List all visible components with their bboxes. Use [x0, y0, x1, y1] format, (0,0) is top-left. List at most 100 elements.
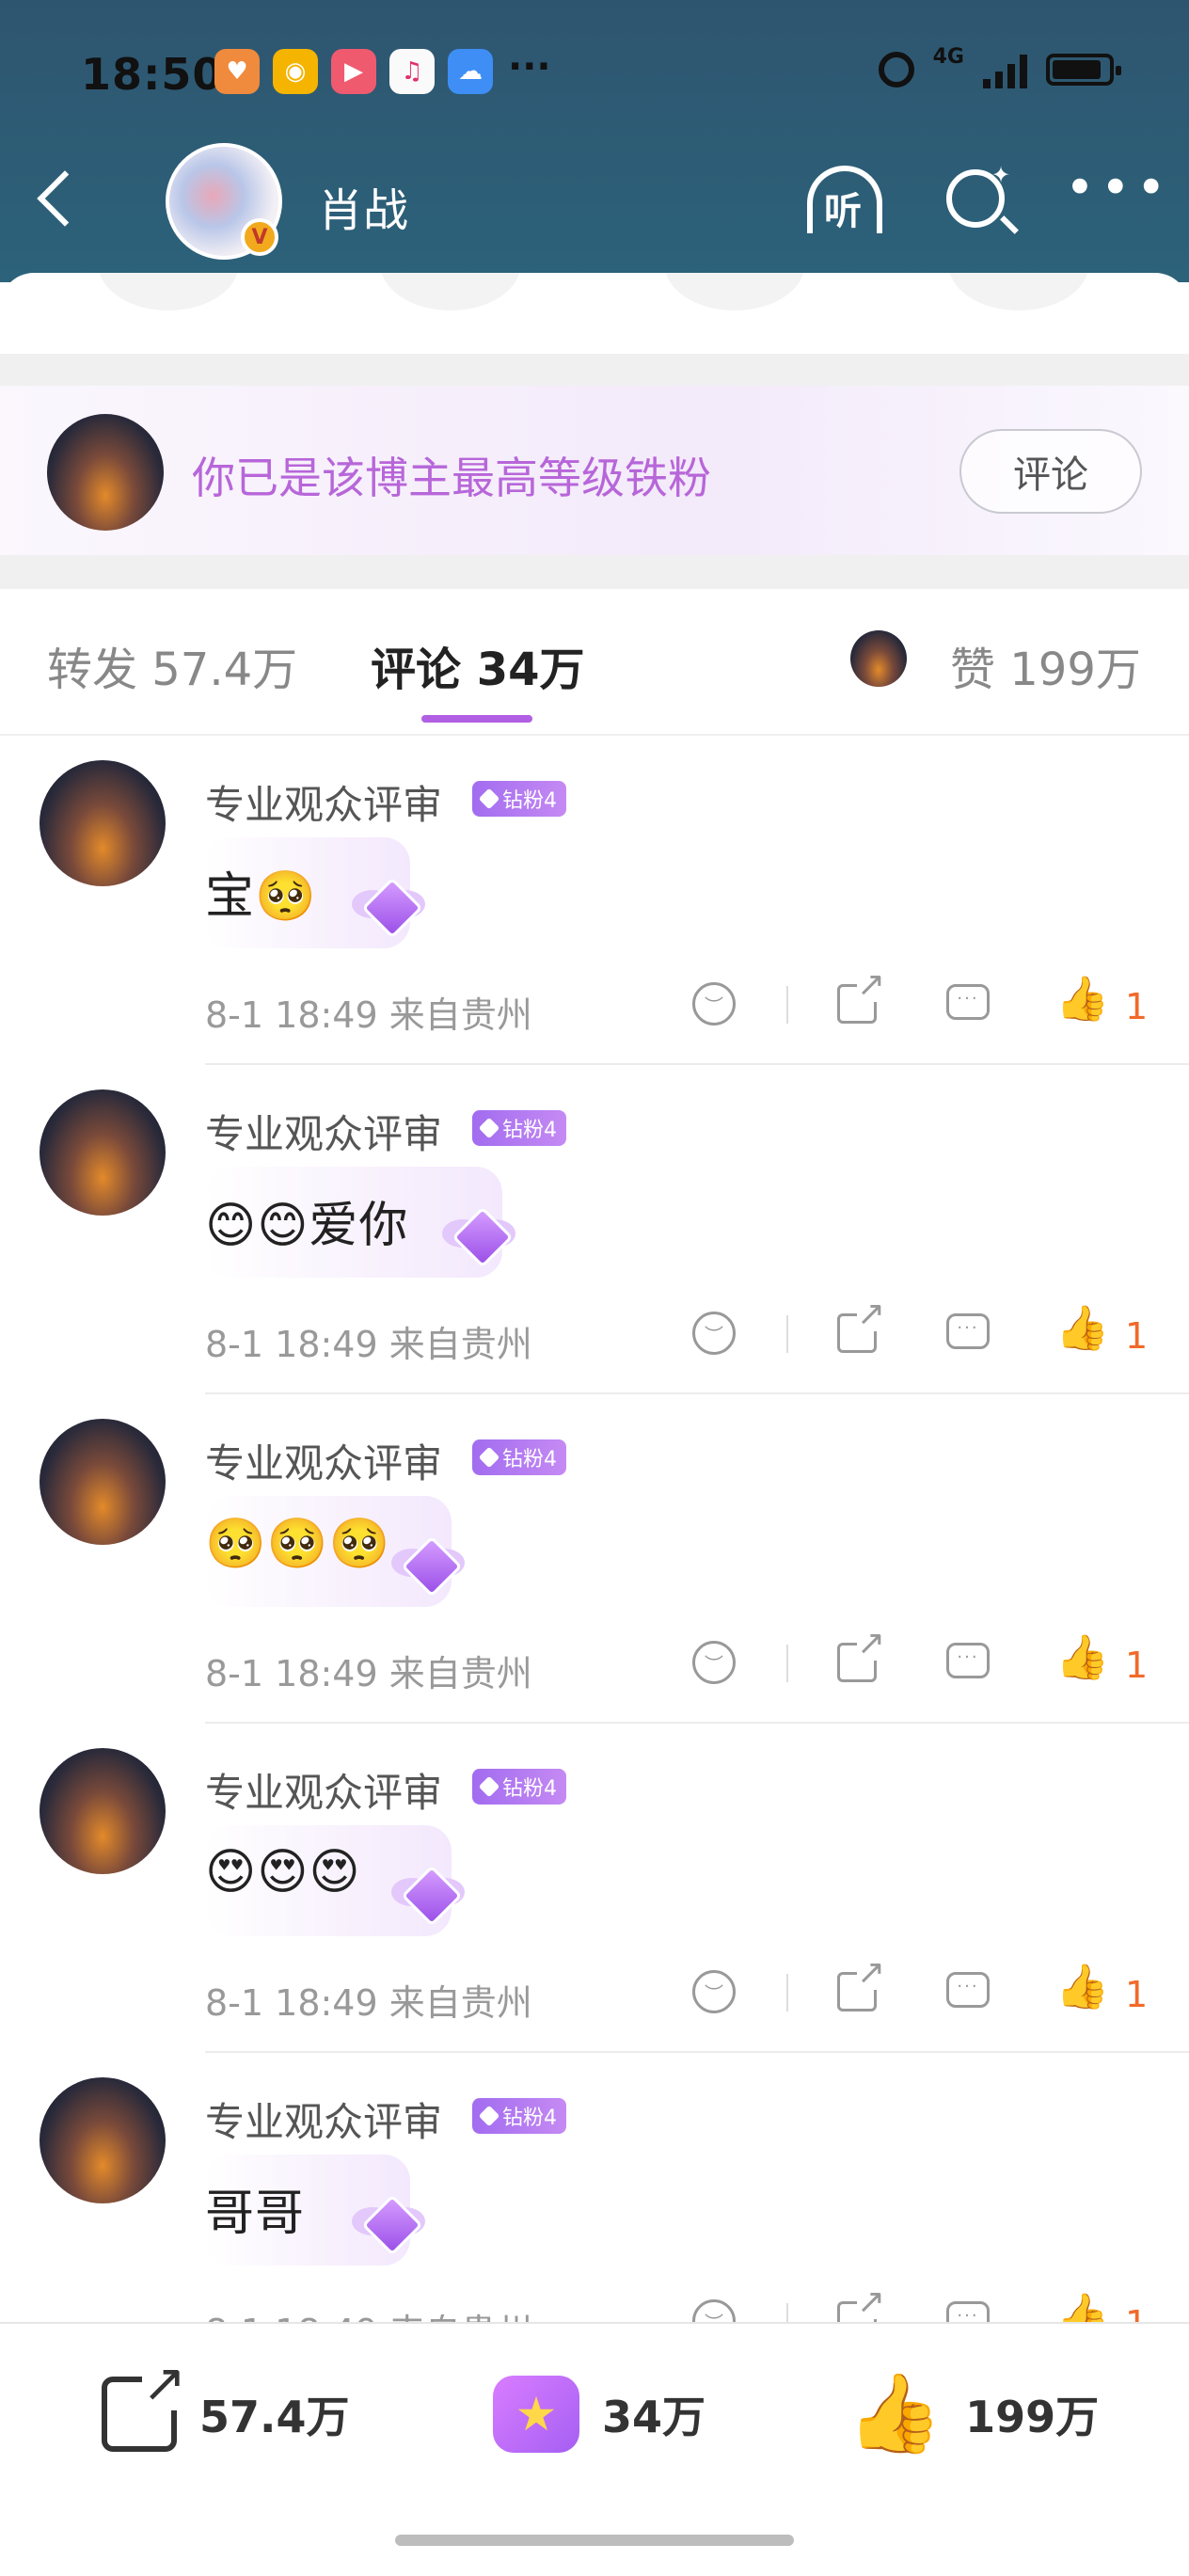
repost-button[interactable]: ↗ 57.4万	[102, 2358, 350, 2457]
heart-app-icon: ♥	[214, 49, 260, 94]
fan-level-badge: 钻粉4	[472, 1769, 566, 1805]
comment-button[interactable]: 评论	[959, 429, 1142, 514]
comment-action-button[interactable]: ★ 34万	[493, 2371, 705, 2457]
section-divider	[0, 354, 1189, 386]
fan-avatar	[47, 414, 164, 531]
tab-comment[interactable]: 评论 34万	[371, 632, 585, 698]
thumbs-up-icon[interactable]: 👍	[1055, 973, 1109, 1025]
commenter-avatar[interactable]	[40, 760, 166, 886]
commenter-name[interactable]: 专业观众评审	[205, 773, 442, 831]
badge-label: 钻粉4	[502, 1448, 557, 1471]
commenter-name[interactable]: 专业观众评审	[205, 1103, 442, 1160]
comment-star-icon: ★	[493, 2376, 579, 2453]
badge-label: 钻粉4	[502, 1777, 557, 1801]
comment-time: 8-1 18:49 来自贵州	[205, 1324, 532, 1365]
fan-level-badge: 钻粉4	[472, 1439, 566, 1475]
diamond-wings-icon	[352, 877, 425, 939]
comment-time: 8-1 18:49 来自贵州	[205, 1653, 532, 1694]
sparkle-icon: ✦	[991, 162, 1011, 188]
diamond-icon	[478, 1117, 500, 1139]
share-icon[interactable]	[837, 1627, 885, 1682]
network-label: 4G	[932, 44, 964, 69]
notification-icons: ♥ ◉ ▶ ♫ ☁	[214, 49, 493, 94]
music-app-icon: ♫	[389, 49, 435, 94]
video-app-icon: ▶	[331, 49, 376, 94]
comment-text: 😍😍😍	[205, 1844, 361, 1900]
share-icon[interactable]	[837, 1297, 885, 1353]
action-divider	[786, 986, 788, 1024]
like-count: 1	[1125, 1974, 1149, 2015]
diamond-icon	[478, 787, 500, 810]
active-tab-indicator	[421, 715, 532, 723]
dislike-icon[interactable]: ︶	[692, 982, 736, 1026]
comment-text: 🥺🥺🥺	[205, 1516, 391, 1572]
action-divider	[786, 1315, 788, 1353]
badge-label: 钻粉4	[502, 2107, 557, 2130]
like-button[interactable]: 👍 199万	[847, 2371, 1099, 2457]
thumbs-up-icon: 👍	[847, 2369, 943, 2458]
commenter-avatar[interactable]	[40, 1089, 166, 1216]
comment-item[interactable]: 专业观众评审 钻粉4 宝🥺 8-1 18:49 来自贵州 ︶ ··· 👍 1	[0, 736, 1189, 1065]
diamond-icon	[478, 1446, 500, 1469]
badge-label: 钻粉4	[502, 1119, 557, 1142]
commenter-avatar[interactable]	[40, 1748, 166, 1874]
signal-icon	[983, 51, 1027, 88]
commenter-avatar[interactable]	[40, 2077, 166, 2203]
diamond-icon	[478, 2105, 500, 2127]
diamond-wings-icon	[442, 1206, 515, 1268]
comment-text: 宝🥺	[205, 868, 317, 925]
comment-item[interactable]: 专业观众评审 钻粉4 😍😍😍 8-1 18:49 来自贵州 ︶ ··· 👍 1	[0, 1724, 1189, 2053]
like-count: 1	[1125, 1645, 1149, 1686]
comment-time: 8-1 18:49 来自贵州	[205, 994, 532, 1036]
comment-text: 😊😊爱你	[205, 1198, 409, 1254]
tab-like[interactable]: 赞 199万	[950, 632, 1141, 698]
weibo-app-icon: ◉	[273, 49, 318, 94]
comment-time: 8-1 18:49 来自贵州	[205, 1982, 532, 2024]
reply-icon[interactable]: ···	[946, 1643, 990, 1678]
dislike-icon[interactable]: ︶	[692, 1641, 736, 1684]
status-indicators: 4G	[878, 45, 1121, 88]
diamond-wings-icon	[391, 1865, 465, 1927]
commenter-name[interactable]: 专业观众评审	[205, 1761, 442, 1819]
thumbs-up-icon[interactable]: 👍	[1055, 1631, 1109, 1683]
fan-level-badge: 钻粉4	[472, 1110, 566, 1146]
status-time: 18:50	[81, 49, 224, 100]
liker-avatar	[850, 630, 907, 687]
dislike-icon[interactable]: ︶	[692, 1970, 736, 2013]
partial-action-circles	[0, 273, 1189, 310]
commenter-avatar[interactable]	[40, 1419, 166, 1545]
comment-text: 哥哥	[205, 2186, 306, 2242]
home-indicator[interactable]	[395, 2535, 794, 2546]
more-notifications: ···	[508, 45, 551, 88]
like-total-count: 199万	[965, 2392, 1100, 2442]
fan-level-badge: 钻粉4	[472, 781, 566, 817]
commenter-name[interactable]: 专业观众评审	[205, 2091, 442, 2148]
comment-item[interactable]: 专业观众评审 钻粉4 😊😊爱你 8-1 18:49 来自贵州 ︶ ··· 👍 1	[0, 1065, 1189, 1394]
tab-repost[interactable]: 转发 57.4万	[47, 632, 297, 698]
battery-icon	[1046, 54, 1121, 86]
thumbs-up-icon[interactable]: 👍	[1055, 1961, 1109, 2012]
share-icon[interactable]	[837, 968, 885, 1024]
listen-icon[interactable]: 听	[801, 162, 892, 237]
diamond-wings-icon	[391, 1535, 465, 1598]
verified-badge: V	[241, 218, 278, 256]
more-icon[interactable]: •••	[1065, 158, 1172, 217]
reply-icon[interactable]: ···	[946, 984, 990, 1020]
weather-app-icon: ☁	[448, 49, 493, 94]
share-icon[interactable]	[837, 1956, 885, 2012]
diamond-icon	[478, 1775, 500, 1798]
reply-icon[interactable]: ···	[946, 1972, 990, 2008]
action-divider	[786, 1645, 788, 1682]
like-count: 1	[1125, 986, 1149, 1027]
thumbs-up-icon[interactable]: 👍	[1055, 1302, 1109, 1354]
commenter-name[interactable]: 专业观众评审	[205, 1432, 442, 1489]
fan-level-badge: 钻粉4	[472, 2098, 566, 2134]
status-bar: 18:50 ♥ ◉ ▶ ♫ ☁ ··· 4G	[0, 0, 1189, 141]
user-name[interactable]: 肖战	[318, 173, 408, 239]
diamond-wings-icon	[352, 2194, 425, 2256]
like-count: 1	[1125, 1315, 1149, 1357]
dislike-icon[interactable]: ︶	[692, 1312, 736, 1355]
repost-count: 57.4万	[199, 2392, 350, 2442]
comment-item[interactable]: 专业观众评审 钻粉4 🥺🥺🥺 8-1 18:49 来自贵州 ︶ ··· 👍 1	[0, 1394, 1189, 1724]
reply-icon[interactable]: ···	[946, 1313, 990, 1349]
